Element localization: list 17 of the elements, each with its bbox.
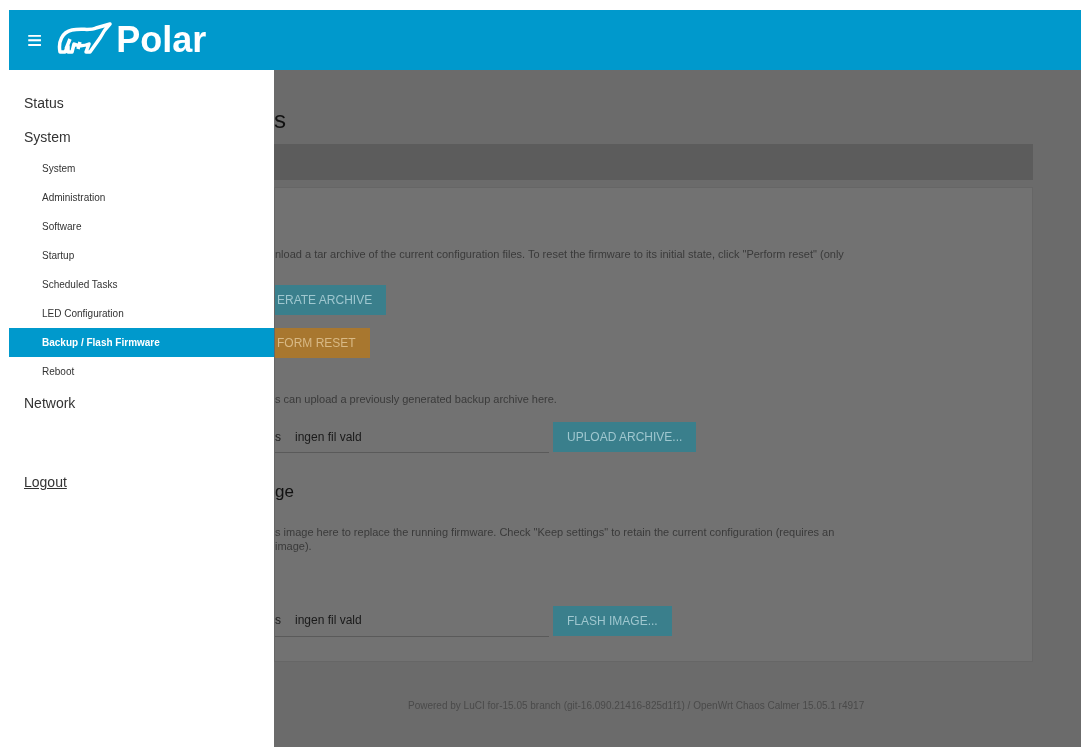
nav-subitem[interactable]: Startup <box>9 241 274 270</box>
nav-item[interactable]: Status <box>9 86 274 120</box>
nav-subitem[interactable]: Administration <box>9 183 274 212</box>
brand-name: Polar <box>116 22 207 58</box>
section-heading: ge <box>275 481 295 503</box>
logout-link[interactable]: Logout <box>24 472 274 493</box>
flash-description: image). <box>275 538 313 553</box>
nav-item[interactable]: System <box>9 120 274 154</box>
nav-subitem[interactable]: System <box>9 154 274 183</box>
page-title: s <box>274 108 287 135</box>
file-input[interactable]: s ingen fil vald <box>275 604 549 637</box>
nav-subitem[interactable]: Software <box>9 212 274 241</box>
file-input[interactable]: s ingen fil vald <box>275 421 549 453</box>
nav-item[interactable]: Network <box>9 386 274 420</box>
nav-subitem[interactable]: Scheduled Tasks <box>9 270 274 299</box>
nav-subitem[interactable]: Reboot <box>9 357 274 386</box>
nav-subitem[interactable]: LED Configuration <box>9 299 274 328</box>
